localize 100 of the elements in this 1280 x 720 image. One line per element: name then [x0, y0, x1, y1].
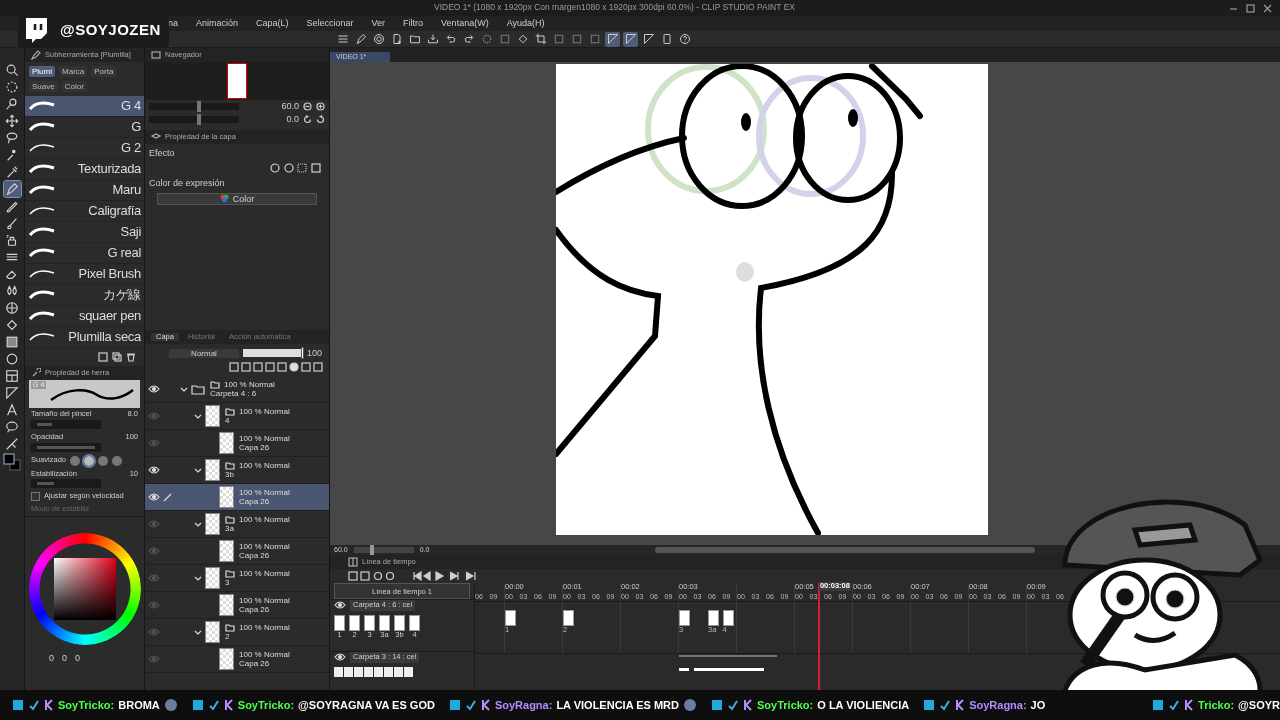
- tool-button[interactable]: [3, 368, 21, 384]
- brush-item[interactable]: Pixel Brush: [25, 264, 144, 286]
- expression-dropdown[interactable]: Color: [157, 192, 317, 205]
- copy-icon[interactable]: [112, 352, 122, 363]
- chevron-icon[interactable]: [194, 466, 202, 475]
- slider-thumb[interactable]: [196, 114, 201, 125]
- trash-icon[interactable]: [126, 352, 136, 363]
- brush-item[interactable]: G: [25, 117, 144, 139]
- subtool-group-tab[interactable]: Suave: [29, 81, 58, 93]
- maximize-icon[interactable]: [1246, 3, 1255, 13]
- blend-mode-dropdown[interactable]: Normal: [169, 348, 239, 358]
- zoom-in-icon[interactable]: [316, 102, 325, 111]
- angle-value[interactable]: 0.0: [286, 114, 299, 125]
- tool-button[interactable]: [3, 419, 21, 435]
- layer-row[interactable]: 100 % Normal 3a: [145, 511, 329, 539]
- sparkle-icon: [4, 148, 19, 162]
- subtool-group-tab[interactable]: Porta: [91, 66, 117, 78]
- help-button[interactable]: [677, 31, 692, 47]
- checkbox[interactable]: [31, 492, 40, 502]
- chevron-icon[interactable]: [194, 574, 202, 583]
- ruler-button[interactable]: [641, 31, 656, 47]
- chevron-icon[interactable]: [194, 520, 202, 529]
- property-slider[interactable]: [31, 420, 101, 429]
- layer-row[interactable]: 100 % Normal Capa 26: [145, 430, 329, 458]
- slider-thumb[interactable]: [301, 347, 304, 360]
- property-slider[interactable]: [31, 442, 101, 452]
- property-slider[interactable]: [31, 479, 101, 489]
- menu-item[interactable]: Animación: [196, 18, 239, 29]
- menu-item[interactable]: Ventana(W): [441, 18, 489, 29]
- menu-item[interactable]: Filtro: [403, 18, 424, 29]
- check-icon: [939, 699, 952, 711]
- smoothing-option[interactable]: [70, 455, 81, 466]
- subtool-group-tab[interactable]: Color: [61, 81, 87, 93]
- chevron-icon[interactable]: [180, 385, 188, 394]
- subtool-group-tab[interactable]: Marca: [59, 66, 88, 78]
- menu-item[interactable]: Ver: [371, 18, 386, 29]
- cel-thumbnail[interactable]: [409, 614, 420, 631]
- brush-item[interactable]: Texturizada: [25, 159, 144, 181]
- layer-actions-icon[interactable]: [229, 362, 325, 373]
- layer-row[interactable]: 100 % Normal Capa 26: [145, 538, 329, 566]
- export-icon[interactable]: [98, 352, 108, 363]
- cel-thumbnail[interactable]: [349, 614, 360, 631]
- layer-row[interactable]: 100 % Normal Capa 26: [145, 646, 329, 674]
- cel-thumbnail[interactable]: [334, 614, 345, 631]
- opacity-value[interactable]: 100: [307, 348, 323, 359]
- layer-row[interactable]: 100 % Normal Capa 26: [145, 484, 329, 512]
- brush-item[interactable]: Plumilla seca: [25, 327, 144, 349]
- zoom-out-icon[interactable]: [303, 102, 312, 111]
- navigator-slider[interactable]: [149, 103, 239, 110]
- brush-item[interactable]: G real: [25, 243, 144, 265]
- tool-button[interactable]: [3, 385, 21, 401]
- color-square[interactable]: [53, 557, 116, 620]
- slider-thumb[interactable]: [369, 545, 374, 555]
- layer-row[interactable]: 100 % Normal 4: [145, 403, 329, 431]
- menu-item[interactable]: Seleccionar: [306, 18, 354, 29]
- canvas-scrollbar[interactable]: [655, 547, 1036, 553]
- cel-thumbnail[interactable]: [364, 614, 375, 631]
- ruler-button[interactable]: [623, 31, 638, 47]
- subtool-group-tab[interactable]: Plumi: [29, 66, 55, 78]
- close-icon[interactable]: [1263, 3, 1272, 13]
- ruler-button[interactable]: [605, 31, 620, 47]
- layer-name: Carpeta 4 : 6: [210, 389, 258, 399]
- canvas-zoom-slider[interactable]: [353, 547, 414, 553]
- layer-mode: 100 % Normal: [239, 407, 290, 417]
- tool-button[interactable]: [3, 113, 21, 129]
- chevron-icon[interactable]: [194, 412, 202, 421]
- brush-item[interactable]: G 2: [25, 138, 144, 160]
- check-icon: [464, 699, 477, 711]
- cel-thumbnail[interactable]: [379, 614, 390, 631]
- spiral-button[interactable]: [371, 31, 386, 47]
- brush-icon: [4, 216, 19, 230]
- brush-item[interactable]: squaer pen: [25, 306, 144, 328]
- tool-button[interactable]: [3, 300, 21, 316]
- zoom-value[interactable]: 60.0: [281, 101, 299, 112]
- playhead-line[interactable]: [817, 583, 820, 690]
- layer-row[interactable]: 100 % Normal 3: [145, 565, 329, 593]
- brush-item[interactable]: Caligrafía: [25, 201, 144, 223]
- brush-item[interactable]: G 4: [25, 96, 144, 118]
- opacity-slider[interactable]: [243, 349, 303, 358]
- layer-row[interactable]: 100 % Normal 2: [145, 619, 329, 647]
- brush-item[interactable]: Maru: [25, 180, 144, 202]
- smoothing-option[interactable]: [98, 455, 109, 466]
- brush-item[interactable]: カゲ線: [25, 285, 144, 307]
- rotate-left-icon[interactable]: [303, 115, 312, 124]
- chevron-icon[interactable]: [194, 628, 202, 637]
- cel-keyframe[interactable]: [722, 610, 734, 626]
- slider-thumb[interactable]: [196, 101, 201, 112]
- menu-item[interactable]: Ayuda(H): [506, 18, 545, 29]
- brush-item[interactable]: Saji: [25, 222, 144, 244]
- menu-item[interactable]: Capa(L): [256, 18, 289, 29]
- layer-row[interactable]: 100 % Normal Carpeta 4 : 6: [145, 376, 329, 404]
- navigator-slider[interactable]: [149, 116, 239, 123]
- pen-nib-button[interactable]: [353, 31, 368, 47]
- menu-item[interactable]: na: [168, 18, 178, 29]
- rotate-right-icon[interactable]: [316, 115, 325, 124]
- layer-row[interactable]: 100 % Normal Capa 26: [145, 592, 329, 620]
- cel-thumbnail[interactable]: [394, 614, 405, 631]
- crop-button[interactable]: [533, 31, 548, 47]
- smoothing-option[interactable]: [84, 455, 95, 466]
- smoothing-option[interactable]: [112, 455, 123, 466]
